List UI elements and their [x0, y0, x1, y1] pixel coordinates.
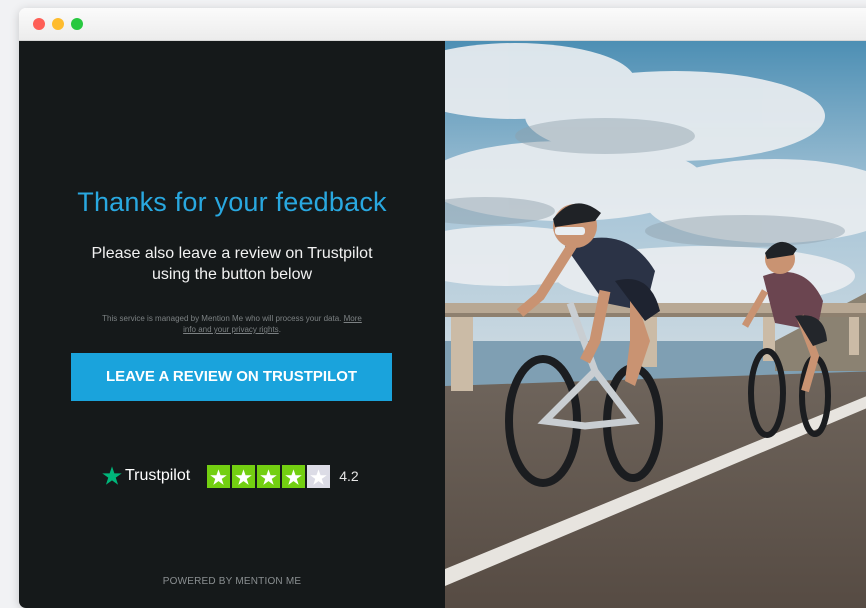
trustpilot-logo: Trustpilot [101, 465, 190, 487]
rating-stars [207, 464, 332, 488]
minimize-window-button[interactable] [52, 18, 64, 30]
rating-star-1 [207, 464, 231, 488]
review-request-line-1: Please also leave a review on Trustpilot [91, 245, 373, 262]
rating-star-2 [232, 464, 256, 488]
rating-score: 4.2 [339, 468, 359, 484]
star-icon [310, 468, 327, 485]
review-request-line-2: using the button below [151, 266, 313, 283]
maximize-window-button[interactable] [71, 18, 83, 30]
disclaimer-period: . [278, 325, 281, 334]
trustpilot-wordmark: Trustpilot [125, 467, 191, 484]
disclaimer-text: This service is managed by Mention Me wh… [102, 314, 342, 323]
powered-by-footer: POWERED BY MENTION ME [162, 576, 302, 587]
window-titlebar [19, 8, 866, 41]
page-title: Thanks for your feedback [77, 187, 387, 217]
feedback-panel: Thanks for your feedback Please also lea… [19, 41, 445, 608]
leave-review-button[interactable]: LEAVE A REVIEW ON TRUSTPILOT [71, 353, 392, 401]
star-icon [210, 468, 227, 485]
rating-star-3 [257, 464, 281, 488]
star-icon [285, 468, 302, 485]
browser-window: Thanks for your feedback Please also lea… [19, 8, 866, 608]
rating-star-4 [282, 464, 306, 488]
trustpilot-rating[interactable]: Trustpilot 4.2 [101, 462, 359, 490]
review-request-text: Please also leave a review on Trustpilot… [79, 243, 385, 285]
close-window-button[interactable] [33, 18, 45, 30]
privacy-disclaimer: This service is managed by Mention Me wh… [101, 313, 363, 335]
rating-star-5 [307, 464, 331, 488]
hero-illustration [445, 41, 866, 608]
star-icon [235, 468, 252, 485]
star-icon [260, 468, 277, 485]
cyclists-hero-image [445, 41, 866, 608]
trustpilot-star-icon [102, 466, 122, 485]
